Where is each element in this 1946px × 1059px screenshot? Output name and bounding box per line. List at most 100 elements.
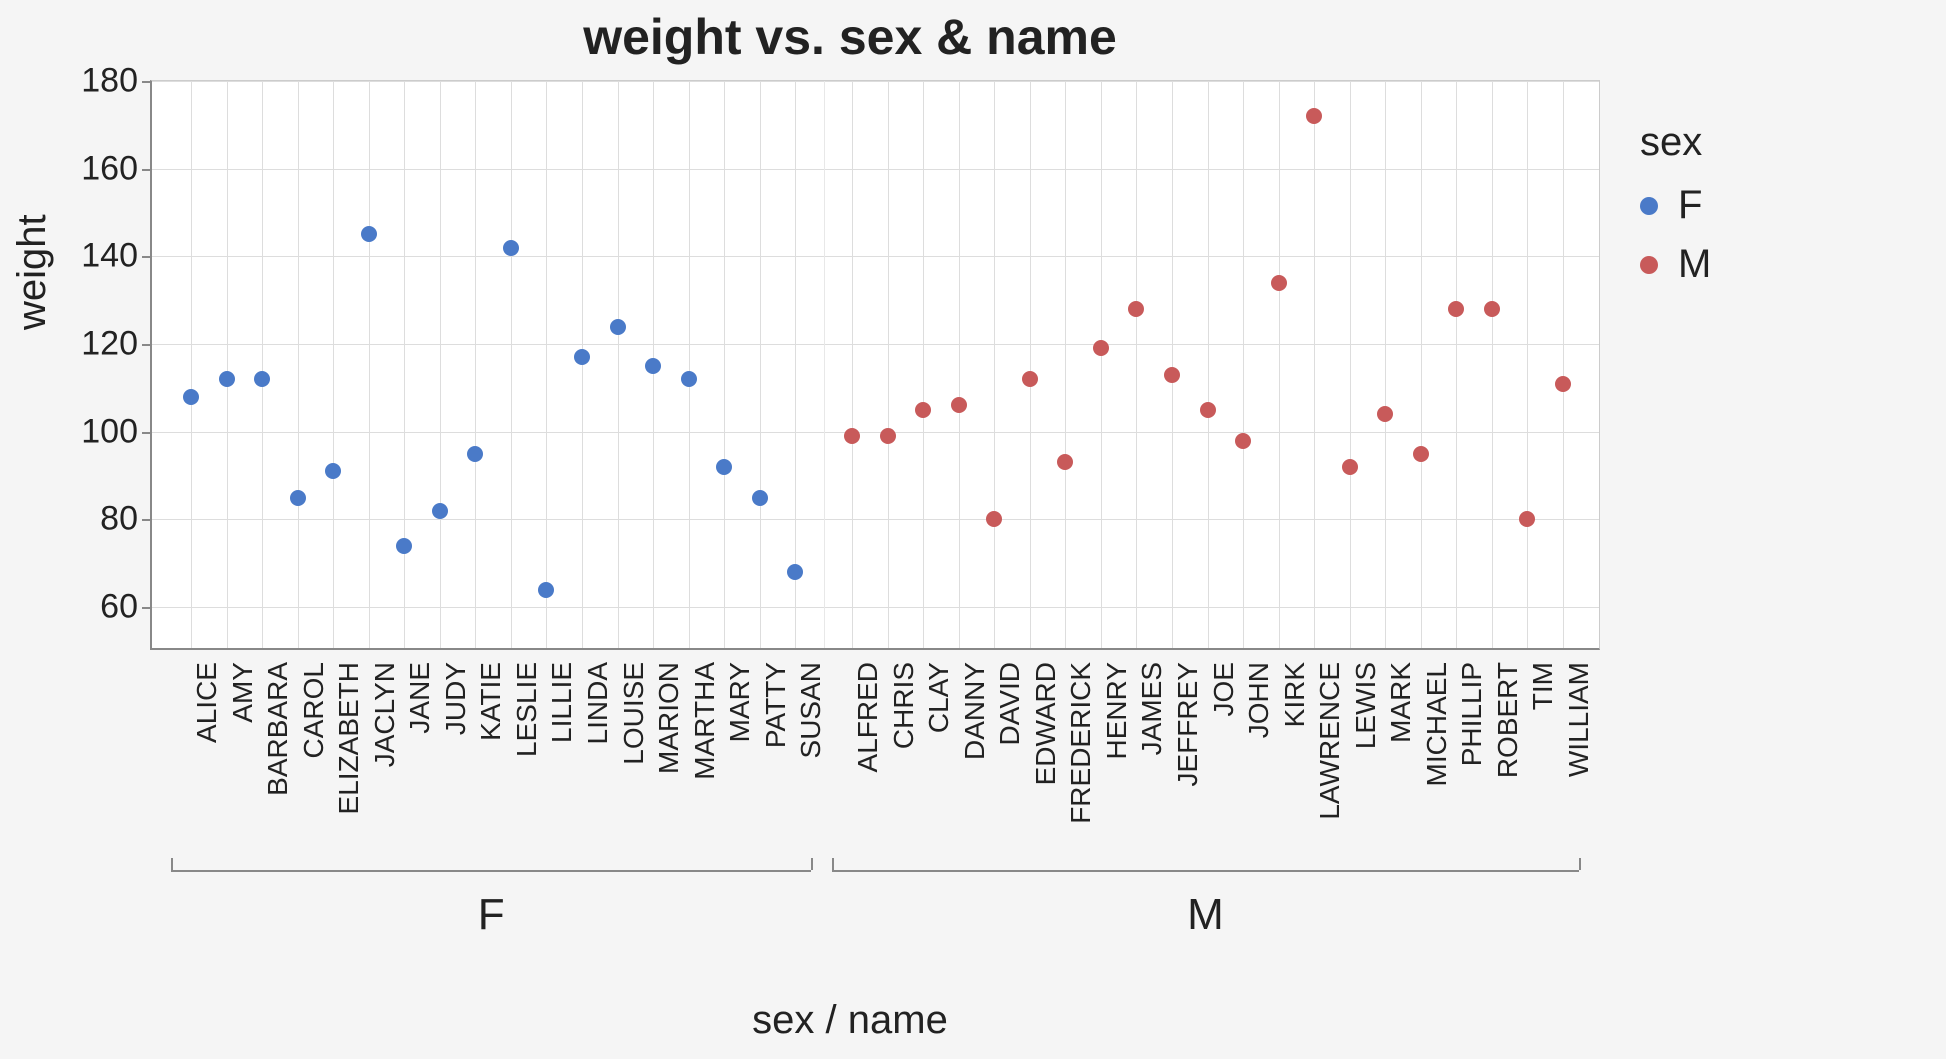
- y-tick-label: 60: [100, 588, 138, 627]
- data-point: [432, 503, 448, 519]
- data-point: [1271, 275, 1287, 291]
- data-point: [1022, 371, 1038, 387]
- gridline-v: [369, 81, 370, 648]
- x-tick-label: JEFFREY: [1172, 662, 1204, 786]
- gridline-v: [1527, 81, 1528, 648]
- y-tick-mark: [142, 81, 152, 83]
- data-point: [183, 389, 199, 405]
- gridline-v: [1030, 81, 1031, 648]
- x-tick-label: EDWARD: [1030, 662, 1062, 785]
- x-tick-label: JUDY: [440, 662, 472, 735]
- gridline-v: [689, 81, 690, 648]
- gridline-v: [1350, 81, 1351, 648]
- gridline-v: [724, 81, 725, 648]
- data-point: [1342, 459, 1358, 475]
- data-point: [1093, 340, 1109, 356]
- gridline-v: [1563, 81, 1564, 648]
- legend-dot-icon: [1640, 256, 1658, 274]
- chart-title: weight vs. sex & name: [0, 8, 1700, 66]
- gridline-v: [959, 81, 960, 648]
- data-point: [1306, 108, 1322, 124]
- y-tick-label: 80: [100, 500, 138, 539]
- x-tick-label: AMY: [227, 662, 259, 723]
- group-label: F: [478, 890, 505, 940]
- data-point: [361, 226, 377, 242]
- x-axis-label: sex / name: [0, 998, 1700, 1043]
- y-tick-label: 140: [81, 237, 138, 276]
- x-tick-label: CAROL: [298, 662, 330, 758]
- data-point: [915, 402, 931, 418]
- gridline-v: [618, 81, 619, 648]
- gridline-v: [440, 81, 441, 648]
- x-tick-label: MARY: [724, 662, 756, 742]
- legend: sex F M: [1640, 120, 1711, 301]
- data-point: [681, 371, 697, 387]
- x-tick-label: ALICE: [191, 662, 223, 743]
- data-point: [1555, 376, 1571, 392]
- gridline-v: [475, 81, 476, 648]
- data-point: [290, 490, 306, 506]
- x-tick-label: MARK: [1385, 662, 1417, 743]
- data-point: [880, 428, 896, 444]
- data-point: [503, 240, 519, 256]
- plot-area: 6080100120140160180ALICEAMYBARBARACAROLE…: [150, 80, 1600, 650]
- x-tick-label: MICHAEL: [1421, 662, 1453, 786]
- gridline-v: [1314, 81, 1315, 648]
- legend-item-f: F: [1640, 183, 1711, 228]
- x-tick-label: JOE: [1208, 662, 1240, 716]
- x-tick-label: LINDA: [582, 662, 614, 744]
- data-point: [1128, 301, 1144, 317]
- x-tick-label: LAWRENCE: [1314, 662, 1346, 820]
- data-point: [1448, 301, 1464, 317]
- gridline-v: [994, 81, 995, 648]
- legend-dot-icon: [1640, 197, 1658, 215]
- y-tick-mark: [142, 432, 152, 434]
- x-tick-label: DANNY: [959, 662, 991, 760]
- gridline-v: [1279, 81, 1280, 648]
- legend-title: sex: [1640, 120, 1711, 165]
- gridline-v: [760, 81, 761, 648]
- data-point: [752, 490, 768, 506]
- x-tick-label: JANE: [404, 662, 436, 734]
- x-tick-label: MARTHA: [689, 662, 721, 780]
- data-point: [610, 319, 626, 335]
- gridline-v: [888, 81, 889, 648]
- gridline-v: [511, 81, 512, 648]
- data-point: [716, 459, 732, 475]
- gridline-v: [1385, 81, 1386, 648]
- gridline-v: [1065, 81, 1066, 648]
- y-axis-label: weight: [10, 214, 55, 330]
- x-tick-label: ROBERT: [1492, 662, 1524, 778]
- gridline-v: [923, 81, 924, 648]
- data-point: [1519, 511, 1535, 527]
- gridline-v: [227, 81, 228, 648]
- gridline-v: [1208, 81, 1209, 648]
- x-tick-label: PHILLIP: [1456, 662, 1488, 766]
- gridline-v: [333, 81, 334, 648]
- x-tick-label: TIM: [1527, 662, 1559, 710]
- data-point: [787, 564, 803, 580]
- x-tick-label: FREDERICK: [1065, 662, 1097, 824]
- x-tick-label: JAMES: [1136, 662, 1168, 755]
- x-tick-label: BARBARA: [262, 662, 294, 796]
- data-point: [1235, 433, 1251, 449]
- x-tick-label: ELIZABETH: [333, 662, 365, 814]
- group-bracket: [171, 870, 811, 872]
- x-tick-label: DAVID: [994, 662, 1026, 746]
- x-tick-label: JOHN: [1243, 662, 1275, 738]
- data-point: [1377, 406, 1393, 422]
- gridline-v: [852, 81, 853, 648]
- data-point: [844, 428, 860, 444]
- x-tick-label: LESLIE: [511, 662, 543, 757]
- x-tick-label: LOUISE: [618, 662, 650, 765]
- x-tick-label: LILLIE: [546, 662, 578, 743]
- data-point: [1057, 454, 1073, 470]
- x-tick-label: HENRY: [1101, 662, 1133, 760]
- data-point: [1200, 402, 1216, 418]
- data-point: [219, 371, 235, 387]
- gridline-v: [795, 81, 796, 648]
- x-tick-label: KATIE: [475, 662, 507, 741]
- y-tick-label: 160: [81, 149, 138, 188]
- group-bracket: [832, 870, 1578, 872]
- data-point: [325, 463, 341, 479]
